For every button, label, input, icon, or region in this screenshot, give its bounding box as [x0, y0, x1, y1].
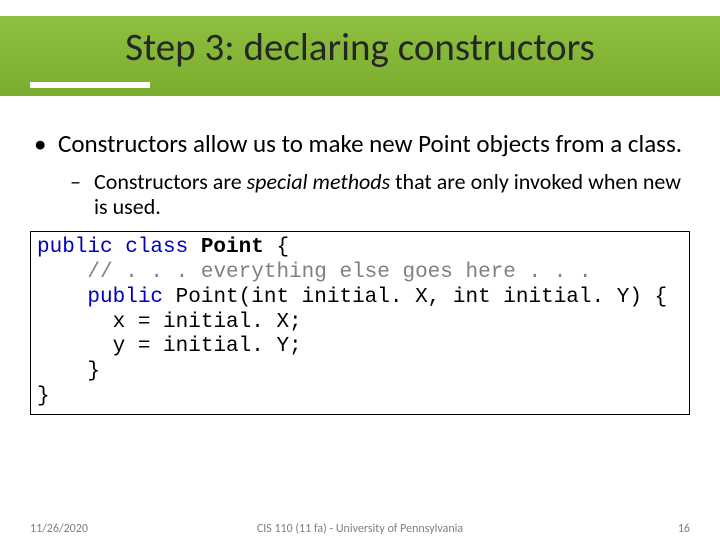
code-comment: // . . . everything else goes here . . .	[87, 261, 591, 284]
code-classname: Point	[201, 236, 264, 259]
code-kw: public class	[37, 236, 201, 259]
footer-page-number: 16	[678, 522, 690, 536]
code-text: y = initial. Y;	[113, 335, 302, 358]
content-area: Constructors allow us to make new Point …	[30, 130, 690, 415]
code-text: {	[264, 236, 289, 259]
code-text: x = initial. X;	[113, 311, 302, 334]
code-text: }	[37, 385, 50, 408]
code-block: public class Point { // . . . everything…	[30, 231, 690, 414]
bullet2-italic: special methods	[247, 168, 391, 195]
code-text: Point(int initial. X, int initial. Y) {	[176, 286, 667, 309]
bullet2-prefix: Constructors are	[94, 168, 247, 195]
bullet-level1: Constructors allow us to make new Point …	[30, 130, 690, 159]
bullet-level2: Constructors are special methods that ar…	[30, 169, 690, 220]
code-text: }	[87, 360, 100, 383]
footer-center: CIS 110 (11 fa) - University of Pennsylv…	[30, 522, 690, 536]
title-underline	[30, 82, 150, 88]
slide-title: Step 3: declaring constructors	[0, 24, 720, 71]
code-kw: public	[87, 286, 175, 309]
